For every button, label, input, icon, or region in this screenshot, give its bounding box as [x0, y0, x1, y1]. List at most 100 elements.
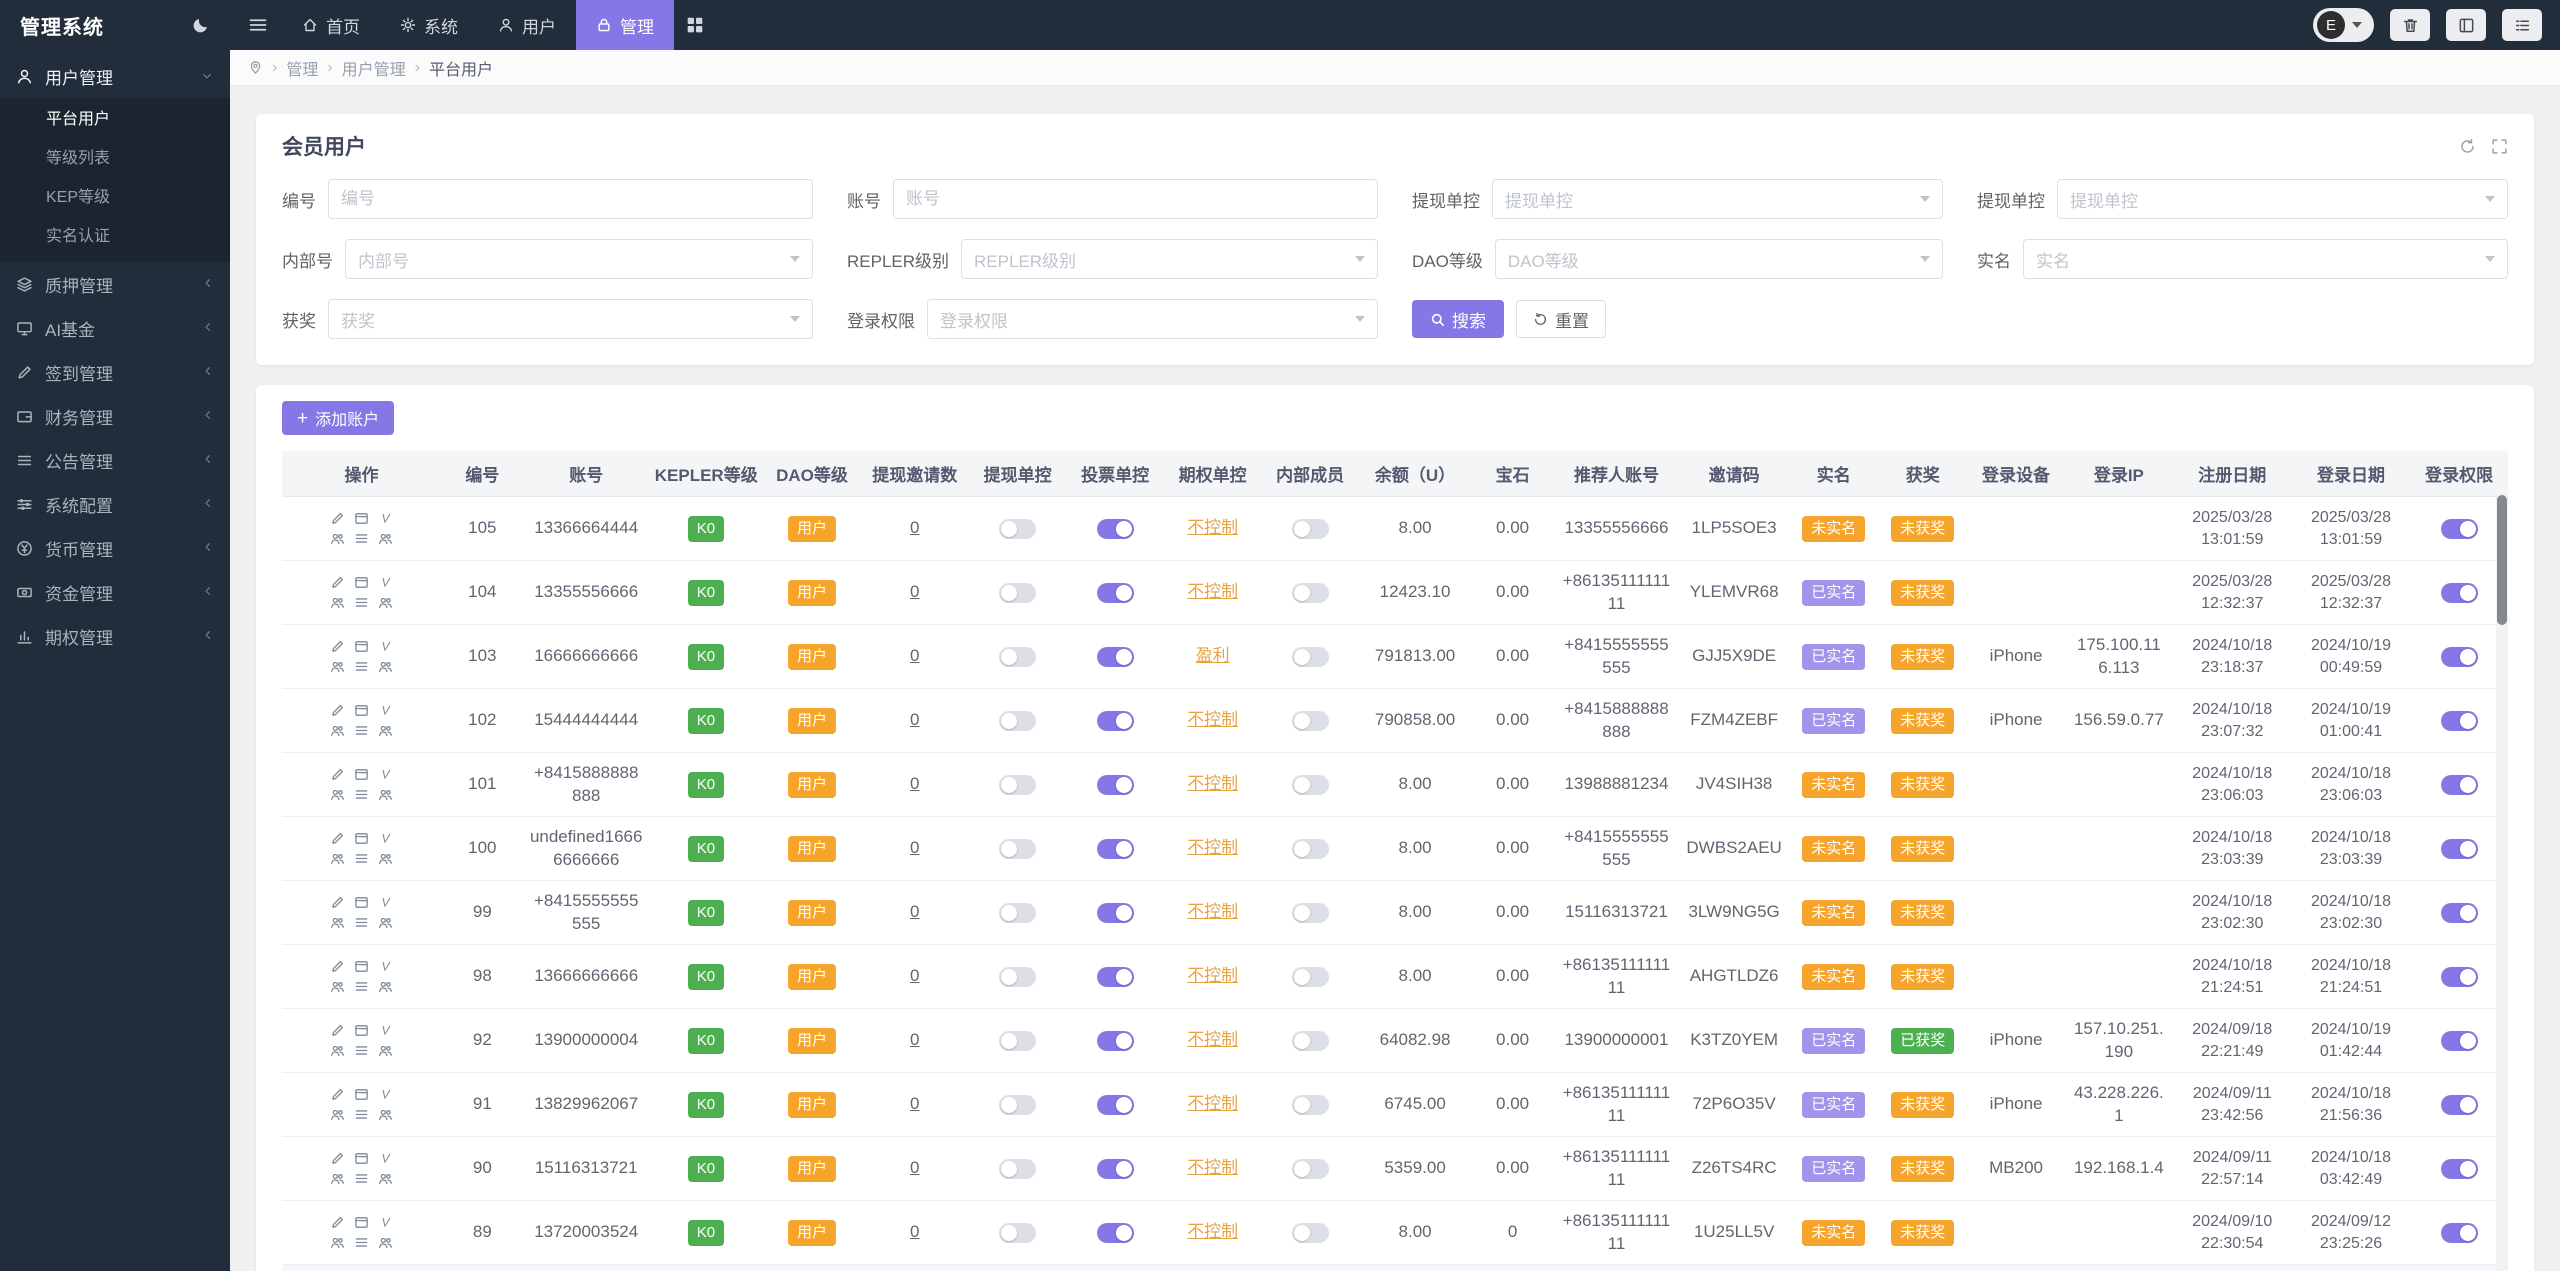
filter-input-1[interactable] — [328, 179, 813, 219]
list-icon[interactable] — [349, 1235, 373, 1250]
invites-link[interactable]: 0 — [910, 518, 919, 537]
users-icon[interactable] — [325, 531, 349, 546]
users-icon[interactable] — [325, 659, 349, 674]
nav-tab-2[interactable]: 系统 — [380, 0, 478, 50]
option-control-link[interactable]: 不控制 — [1187, 1030, 1238, 1049]
internal-member-toggle[interactable] — [1291, 518, 1329, 539]
window-icon[interactable] — [349, 639, 373, 654]
trash-button[interactable] — [2390, 9, 2430, 41]
edit-icon[interactable] — [325, 831, 349, 846]
users-icon[interactable] — [373, 723, 397, 738]
users-icon[interactable] — [325, 979, 349, 994]
login-permission-toggle[interactable] — [2440, 966, 2478, 987]
nav-tab-3[interactable]: 用户 — [478, 0, 576, 50]
v-icon[interactable]: V — [373, 1151, 397, 1166]
window-icon[interactable] — [349, 703, 373, 718]
v-icon[interactable]: V — [373, 575, 397, 590]
edit-icon[interactable] — [325, 895, 349, 910]
invites-link[interactable]: 0 — [910, 966, 919, 985]
users-icon[interactable] — [373, 595, 397, 610]
invites-link[interactable]: 0 — [910, 1222, 919, 1241]
option-control-link[interactable]: 不控制 — [1187, 582, 1238, 601]
withdraw-control-toggle[interactable] — [999, 1158, 1037, 1179]
v-icon[interactable]: V — [373, 959, 397, 974]
refresh-icon[interactable] — [2459, 138, 2476, 155]
login-permission-toggle[interactable] — [2440, 1222, 2478, 1243]
vote-control-toggle[interactable] — [1096, 774, 1134, 795]
edit-icon[interactable] — [325, 703, 349, 718]
users-icon[interactable] — [373, 1171, 397, 1186]
filter-select-6[interactable]: REPLER级别 — [961, 239, 1378, 279]
login-permission-toggle[interactable] — [2440, 902, 2478, 923]
filter-select-8[interactable]: 实名 — [2023, 239, 2508, 279]
invites-link[interactable]: 0 — [910, 1094, 919, 1113]
vote-control-toggle[interactable] — [1096, 838, 1134, 859]
login-permission-toggle[interactable] — [2440, 710, 2478, 731]
withdraw-control-toggle[interactable] — [999, 1030, 1037, 1051]
sidebar-subitem-3[interactable]: KEP等级 — [0, 178, 230, 217]
sidebar-item-8[interactable]: 货币管理 — [0, 526, 230, 570]
internal-member-toggle[interactable] — [1291, 774, 1329, 795]
vote-control-toggle[interactable] — [1096, 902, 1134, 923]
v-icon[interactable]: V — [373, 895, 397, 910]
users-icon[interactable] — [373, 851, 397, 866]
nav-tab-1[interactable]: 首页 — [282, 0, 380, 50]
sidebar-item-3[interactable]: AI基金 — [0, 306, 230, 350]
sidebar-subitem-4[interactable]: 实名认证 — [0, 217, 230, 256]
filter-input-2[interactable] — [893, 179, 1378, 219]
v-icon[interactable]: V — [373, 511, 397, 526]
edit-icon[interactable] — [325, 1023, 349, 1038]
internal-member-toggle[interactable] — [1291, 1158, 1329, 1179]
internal-member-toggle[interactable] — [1291, 1222, 1329, 1243]
filter-select-9[interactable]: 获奖 — [328, 299, 813, 339]
window-icon[interactable] — [349, 831, 373, 846]
filter-select-5[interactable]: 内部号 — [345, 239, 813, 279]
invites-link[interactable]: 0 — [910, 1158, 919, 1177]
edit-icon[interactable] — [325, 767, 349, 782]
withdraw-control-toggle[interactable] — [999, 838, 1037, 859]
internal-member-toggle[interactable] — [1291, 838, 1329, 859]
users-icon[interactable] — [373, 1107, 397, 1122]
v-icon[interactable]: V — [373, 1215, 397, 1230]
list-icon[interactable] — [349, 595, 373, 610]
breadcrumb-item[interactable]: 管理 — [286, 56, 318, 80]
list-icon[interactable] — [349, 915, 373, 930]
login-permission-toggle[interactable] — [2440, 518, 2478, 539]
login-permission-toggle[interactable] — [2440, 1094, 2478, 1115]
filter-select-10[interactable]: 登录权限 — [927, 299, 1378, 339]
avatar-dropdown[interactable]: E — [2313, 8, 2374, 42]
withdraw-control-toggle[interactable] — [999, 902, 1037, 923]
invites-link[interactable]: 0 — [910, 710, 919, 729]
users-icon[interactable] — [325, 1171, 349, 1186]
sidebar-subitem-2[interactable]: 等级列表 — [0, 139, 230, 178]
list-icon[interactable] — [349, 979, 373, 994]
list-icon[interactable] — [349, 531, 373, 546]
users-icon[interactable] — [373, 915, 397, 930]
sidebar-item-1[interactable]: 用户管理 — [0, 54, 230, 98]
window-icon[interactable] — [349, 1087, 373, 1102]
edit-icon[interactable] — [325, 959, 349, 974]
users-icon[interactable] — [325, 1107, 349, 1122]
login-permission-toggle[interactable] — [2440, 646, 2478, 667]
internal-member-toggle[interactable] — [1291, 902, 1329, 923]
option-control-link[interactable]: 不控制 — [1187, 966, 1238, 985]
users-icon[interactable] — [373, 1235, 397, 1250]
window-icon[interactable] — [349, 1215, 373, 1230]
nav-tab-4[interactable]: 管理 — [576, 0, 674, 50]
v-icon[interactable]: V — [373, 703, 397, 718]
hamburger-icon[interactable] — [248, 15, 268, 35]
filter-select-3[interactable]: 提现单控 — [1492, 179, 1943, 219]
filter-select-4[interactable]: 提现单控 — [2057, 179, 2508, 219]
vote-control-toggle[interactable] — [1096, 1030, 1134, 1051]
users-icon[interactable] — [373, 979, 397, 994]
edit-icon[interactable] — [325, 639, 349, 654]
v-icon[interactable]: V — [373, 1023, 397, 1038]
option-control-link[interactable]: 不控制 — [1187, 902, 1238, 921]
invites-link[interactable]: 0 — [910, 902, 919, 921]
breadcrumb-item[interactable]: 用户管理 — [342, 56, 406, 80]
window-icon[interactable] — [349, 1151, 373, 1166]
edit-icon[interactable] — [325, 1215, 349, 1230]
window-icon[interactable] — [349, 895, 373, 910]
withdraw-control-toggle[interactable] — [999, 582, 1037, 603]
invites-link[interactable]: 0 — [910, 582, 919, 601]
